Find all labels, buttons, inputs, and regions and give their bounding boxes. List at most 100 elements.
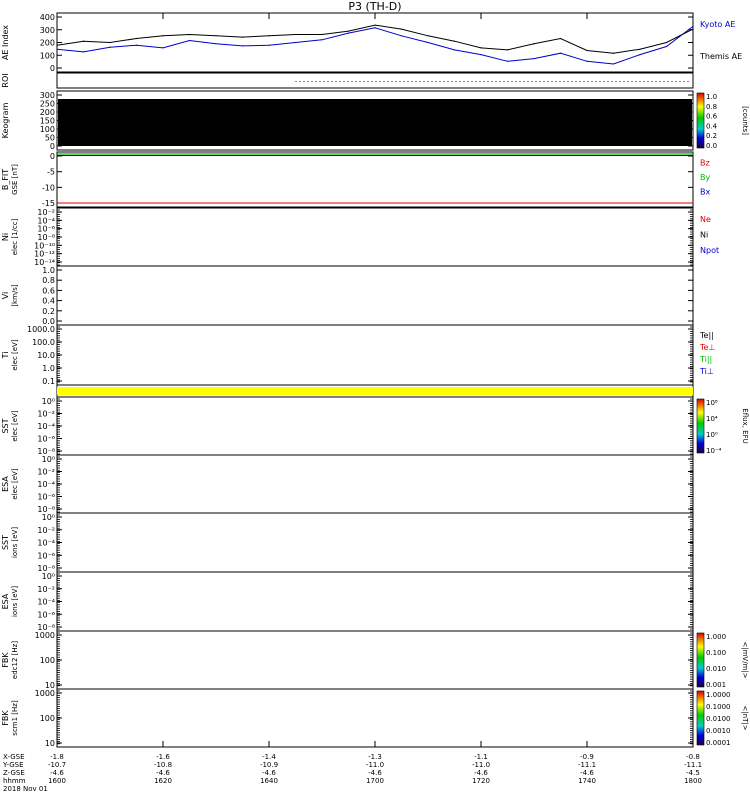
y-tick-label: 1000: [35, 689, 55, 698]
series-point: [374, 24, 376, 26]
series-point: [612, 63, 615, 65]
colorbar-tick-label: 1.0: [706, 93, 717, 101]
colorbar-tick-label: 1.000: [706, 633, 726, 641]
colorbar-tick-label: 0.1000: [706, 703, 731, 711]
y-tick-label: 10: [45, 739, 55, 748]
y-tick-label: 1000: [35, 631, 55, 640]
panel-fbk2: FBK scm1 [Hz] 1000 100 10 1.0000 0.1000 0.0100 0…: [1, 688, 749, 748]
panel-label: ROI: [1, 73, 10, 87]
y-tick-label: 100.0: [32, 338, 55, 347]
panel-keogram: Keogram3002502001501005001.00.80.60.40.2…: [1, 90, 749, 151]
series-point: [215, 43, 217, 45]
y-tick-label: 0.8: [42, 276, 55, 285]
colorbar-tick-label: 0.0100: [706, 715, 731, 723]
x-tick-label: 1640: [260, 777, 278, 785]
panel-sst2: SST ions [eV]10⁰10⁻²10⁻⁴10⁻⁶10⁻⁸: [1, 512, 694, 573]
colorbar-tick-label: 0.6: [706, 113, 718, 121]
legend-entry: Bx: [700, 187, 710, 196]
colorbar-label: <|nT|>: [741, 705, 749, 730]
y-tick-label: 100: [40, 714, 55, 723]
x-tick-label: -1.8: [50, 753, 64, 761]
series-point: [109, 41, 111, 44]
x-tick-label: 1720: [472, 777, 490, 785]
x-row-label: Z-GSE: [3, 769, 25, 777]
colorbar-tick-label: 0.0001: [706, 739, 731, 747]
panel-label: FBK: [1, 710, 10, 726]
y-tick-label: 0.4: [42, 297, 55, 306]
x-tick-label: 1620: [154, 777, 172, 785]
y-tick-label: 10⁻⁴: [37, 598, 55, 607]
colorbar-tick-label: 0.8: [706, 103, 717, 111]
series-point: [639, 48, 641, 50]
series-point: [162, 47, 164, 49]
panel-label: FBK: [1, 652, 10, 668]
panel-frame: [56, 207, 694, 267]
panel-unit: elec [eV]: [11, 339, 19, 370]
x-tick-label: -10.7: [48, 761, 66, 769]
panel-frame: [56, 396, 694, 456]
panel-frame: [56, 571, 694, 632]
panel-unit: ions [eV]: [11, 527, 19, 558]
y-tick-label: -5: [47, 168, 55, 177]
panel-frame: [56, 265, 694, 326]
y-tick-label: 0.2: [42, 307, 55, 316]
series-point: [559, 52, 562, 54]
panel-esa2: ESA ions [eV]10⁰10⁻²10⁻⁴10⁻⁶10⁻⁸: [1, 571, 694, 632]
series-point: [321, 33, 323, 36]
panel-frame: [56, 324, 694, 386]
y-tick-label: 100: [40, 656, 55, 665]
keogram-image: [58, 99, 692, 146]
y-tick-label: 0: [50, 64, 55, 73]
x-tick-label: -4.6: [156, 769, 170, 777]
colorbar-tick-label: 0.100: [706, 649, 726, 657]
colorbar-tick-label: 0.0: [706, 142, 717, 150]
panel-label: ESA: [1, 476, 10, 492]
colorbar: [696, 632, 705, 688]
series-point: [374, 27, 376, 29]
legend-entry: Npot: [700, 246, 719, 255]
series-point: [268, 44, 270, 46]
colorbar-tick-label: 0.4: [706, 122, 718, 130]
y-tick-label: 0.1: [42, 377, 55, 386]
y-tick-label: 10⁰: [42, 572, 55, 581]
y-tick-label: 10⁻⁶: [37, 493, 55, 502]
y-tick-label: -15: [42, 199, 55, 208]
series-point: [639, 53, 641, 56]
y-tick-label: 10⁻²: [37, 410, 55, 419]
series-point: [692, 25, 694, 28]
colorbar: [696, 398, 705, 454]
panel-frame: [56, 512, 694, 573]
x-tick-label: -1.3: [368, 753, 382, 761]
series-line: [56, 24, 694, 54]
y-tick-label: 1.0: [42, 266, 55, 275]
x-tick-label: 1600: [48, 777, 66, 785]
x-tick-label: -4.5: [686, 769, 700, 777]
colorbar-tick-label: 0.010: [706, 665, 726, 673]
panel-label: SST: [1, 535, 10, 550]
plot-title: P3 (TH-D): [348, 0, 401, 13]
colorbar-label: [counts]: [741, 106, 749, 135]
panel-frame: [56, 72, 694, 89]
y-tick-label: -10: [42, 183, 55, 192]
legend-entry: Kyoto AE: [700, 20, 735, 29]
legend-entry: Ne: [700, 215, 711, 224]
colorbar-tick-label: 10⁰: [706, 431, 718, 439]
panel-unit: edc12 [Hz]: [11, 641, 19, 679]
y-tick-label: 10⁻⁴: [37, 422, 55, 431]
y-tick-label: 0: [50, 142, 55, 151]
legend-entry: Themis AE: [699, 52, 742, 61]
legend-entry: By: [700, 173, 710, 182]
series-point: [480, 47, 482, 49]
panel-label: Vi: [1, 292, 10, 300]
x-row-label: hhmm: [3, 777, 26, 785]
y-tick-label: 10⁻⁴: [37, 539, 55, 548]
x-tick-label: -0.9: [580, 753, 594, 761]
series-point: [559, 37, 562, 40]
y-tick-label: 10⁰: [42, 455, 55, 464]
panel-label: B_FIT: [1, 169, 10, 190]
colorbar-label: <|mV/m|>: [741, 641, 749, 678]
x-tick-label: -11.0: [366, 761, 384, 769]
x-tick-label: -4.6: [474, 769, 488, 777]
x-tick-label: 1700: [366, 777, 384, 785]
legend-entry: Ni: [700, 230, 708, 239]
